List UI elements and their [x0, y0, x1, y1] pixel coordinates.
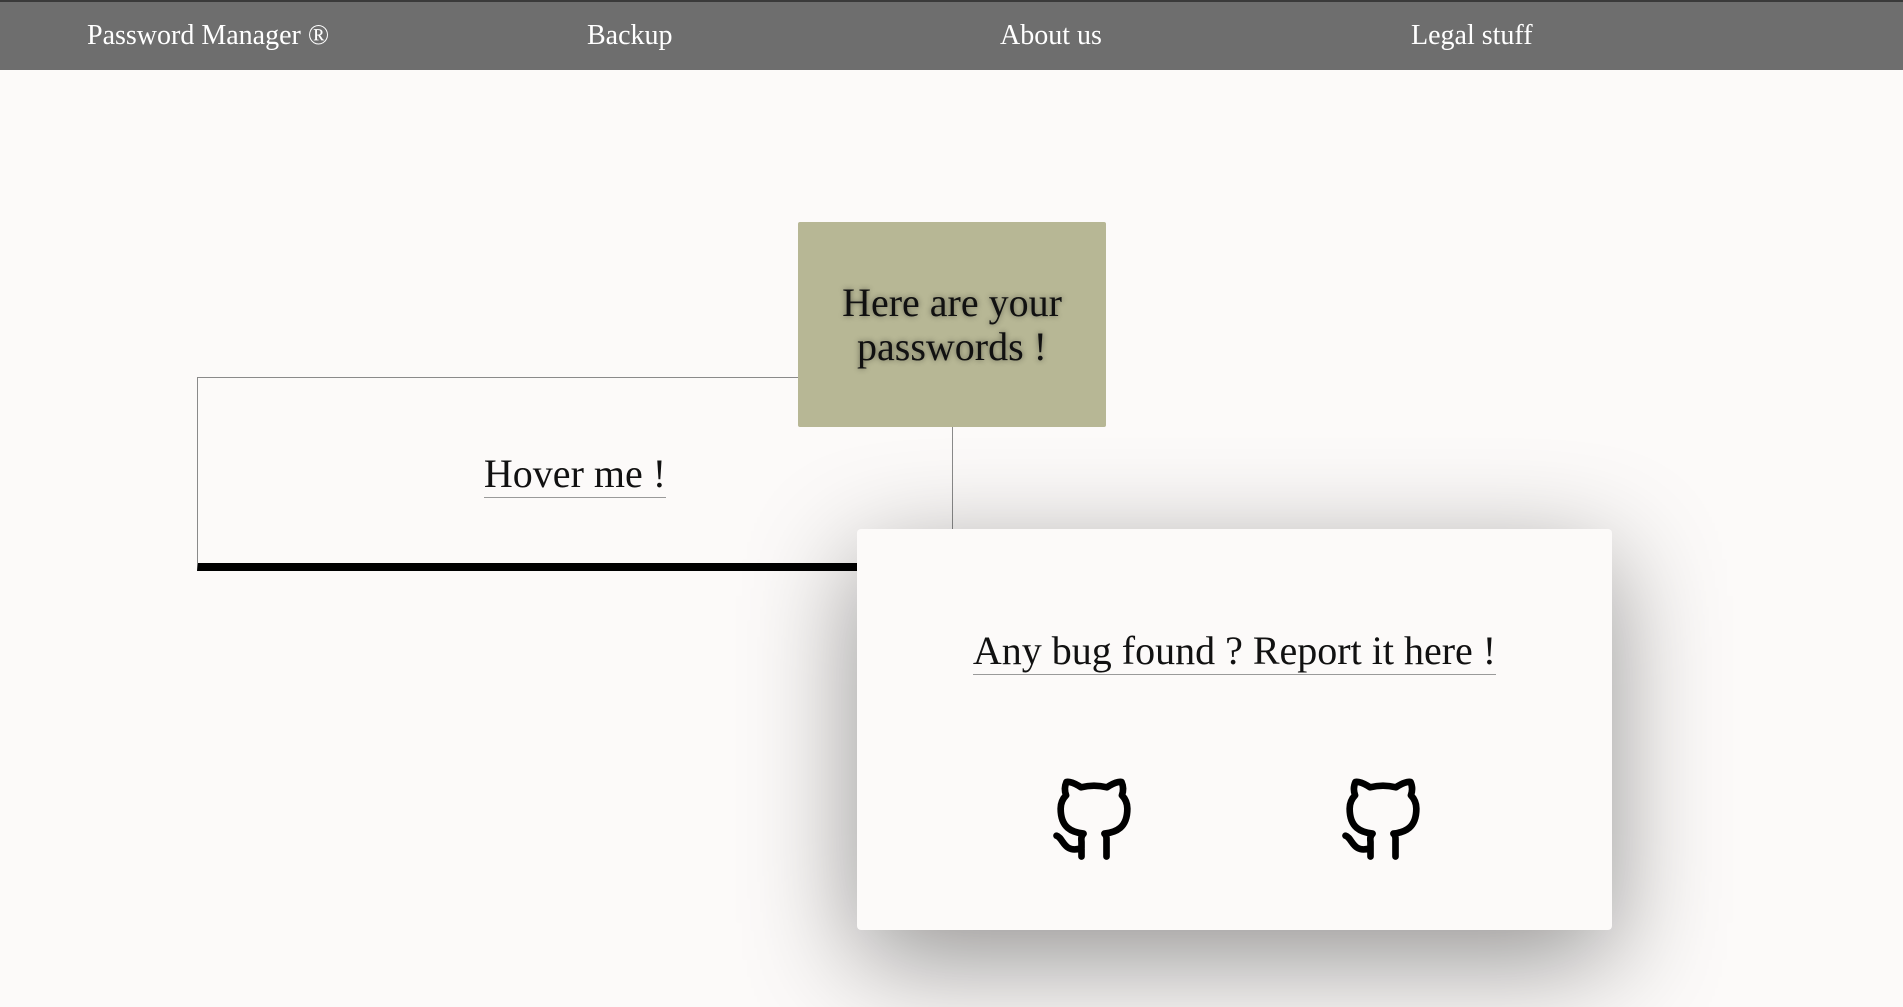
bug-report-title[interactable]: Any bug found ? Report it here !	[857, 627, 1612, 675]
hover-card-title: Hover me !	[198, 450, 952, 498]
github-icon	[1342, 778, 1420, 860]
nav-legal-link[interactable]: Legal stuff	[1411, 2, 1533, 70]
navbar: Password Manager ® Backup About us Legal…	[0, 0, 1903, 70]
github-link-1[interactable]	[1044, 769, 1144, 869]
nav-brand-link[interactable]: Password Manager ®	[87, 2, 329, 70]
bug-report-label: Any bug found ? Report it here !	[972, 628, 1497, 675]
hover-card-label: Hover me !	[483, 451, 667, 498]
bug-report-card: Any bug found ? Report it here !	[857, 529, 1612, 930]
github-icon	[1053, 778, 1131, 860]
nav-about-link[interactable]: About us	[1000, 2, 1102, 70]
nav-backup-link[interactable]: Backup	[587, 2, 673, 70]
passwords-card[interactable]: Here are your passwords !	[798, 222, 1106, 427]
passwords-card-label: Here are your passwords !	[842, 279, 1062, 369]
github-link-2[interactable]	[1333, 769, 1433, 869]
